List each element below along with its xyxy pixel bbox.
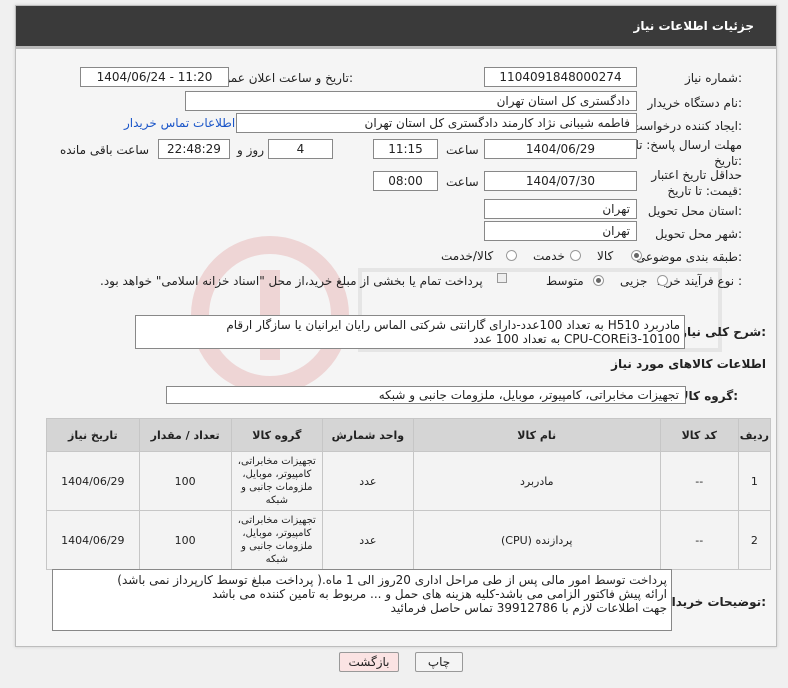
process-radio-minor[interactable]	[657, 275, 668, 286]
print-button[interactable]: چاپ	[415, 652, 463, 672]
city-label: شهر محل تحویل:	[655, 227, 742, 241]
province-label: استان محل تحویل:	[647, 204, 742, 218]
process-option-medium: متوسط	[546, 274, 584, 288]
process-radio-medium[interactable]	[593, 275, 604, 286]
announce-datetime-label: تاریخ و ساعت اعلان عمومی:	[208, 71, 353, 85]
col-name: نام کالا	[412, 418, 661, 452]
city-field: تهران	[484, 221, 637, 241]
buyer-org-field: دادگستری کل استان تهران	[185, 91, 637, 111]
requester-field: فاطمه شیبانی نژاد کارمند دادگستری کل است…	[236, 113, 637, 133]
col-unit: واحد شمارش	[322, 418, 414, 452]
reply-time-field: 11:15	[373, 139, 438, 159]
goods-group-field: تجهیزات مخابراتی، کامپیوتر، موبایل، ملزو…	[166, 386, 686, 404]
category-label: طبقه بندی موضوعی:	[635, 250, 742, 264]
table-header-row: ردیف کد کالا نام کالا واحد شمارش گروه کا…	[46, 418, 772, 452]
cell-row: 2	[737, 510, 772, 570]
remaining-word: ساعت باقی مانده	[60, 143, 150, 157]
table-row: 1 -- مادربرد عدد تجهیزات مخابراتی، کامپی…	[46, 451, 772, 511]
description-line-2: CPU-COREi3-10100 به تعداد 100 عدد	[473, 332, 680, 346]
buyer-notes-line-2: ارائه پیش فاکتور الزامی می باشد-کلیه هزی…	[212, 587, 667, 601]
goods-section-title: اطلاعات کالاهای مورد نیاز	[611, 357, 766, 371]
cell-row: 1	[737, 451, 772, 511]
reply-deadline-label: مهلت ارسال پاسخ: تا تاریخ:	[635, 138, 742, 168]
category-radio-goods[interactable]	[631, 250, 642, 261]
requester-label: ایجاد کننده درخواست:	[631, 119, 742, 133]
treasury-payment-note: پرداخت تمام یا بخشی از مبلغ خرید،از محل …	[100, 274, 483, 288]
validity-time-word: ساعت	[446, 175, 479, 189]
cell-date: 1404/06/29	[46, 510, 140, 570]
reply-time-word: ساعت	[446, 143, 479, 157]
remaining-time-field: 22:48:29	[158, 139, 230, 159]
treasury-payment-checkbox[interactable]	[497, 273, 507, 283]
category-radio-service[interactable]	[570, 250, 581, 261]
reply-date-field: 1404/06/29	[484, 139, 637, 159]
validity-date-field: 1404/07/30	[484, 171, 637, 191]
cell-date: 1404/06/29	[46, 451, 140, 511]
table-row: 2 -- پردازنده (CPU) عدد تجهیزات مخابراتی…	[46, 510, 772, 570]
goods-table: ردیف کد کالا نام کالا واحد شمارش گروه کا…	[46, 418, 772, 570]
cell-code: --	[659, 451, 739, 511]
category-option-goods-service: کالا/خدمت	[441, 249, 494, 263]
col-row: ردیف	[737, 418, 772, 452]
buyer-contact-link[interactable]: اطلاعات تماس خریدار	[124, 116, 235, 130]
buyer-notes-line-3: جهت اطلاعات لازم با 39912786 تماس حاصل ف…	[390, 601, 667, 615]
buyer-notes-textarea[interactable]: پرداخت توسط امور مالی پس از طی مراحل ادا…	[52, 569, 672, 631]
col-code: کد کالا	[659, 418, 739, 452]
days-word: روز و	[237, 143, 264, 157]
panel-header: جزئیات اطلاعات نیاز	[16, 6, 776, 49]
cell-unit: عدد	[322, 451, 414, 511]
need-number-label: شماره نیاز:	[684, 71, 742, 85]
description-label: شرح کلی نیاز:	[680, 325, 766, 339]
days-field: 4	[268, 139, 333, 159]
description-line-1: مادربرد H510 به تعداد 100عدد-دارای گاران…	[226, 318, 680, 332]
col-group: گروه کالا	[230, 418, 324, 452]
goods-group-label: گروه کالا:	[679, 389, 738, 403]
cell-group: تجهیزات مخابراتی، کامپیوتر، موبایل، ملزو…	[230, 451, 324, 511]
category-radio-goods-service[interactable]	[506, 250, 517, 261]
buyer-notes-label: توضیحات خریدار:	[664, 595, 766, 609]
process-option-minor: جزیی	[620, 274, 648, 288]
page-title: جزئیات اطلاعات نیاز	[633, 19, 754, 33]
process-label: نوع فرآیند خرید :	[657, 274, 742, 288]
cell-name: مادربرد	[412, 451, 661, 511]
description-textarea[interactable]: مادربرد H510 به تعداد 100عدد-دارای گاران…	[135, 315, 685, 349]
buyer-notes-line-1: پرداخت توسط امور مالی پس از طی مراحل ادا…	[117, 573, 667, 587]
cell-qty: 100	[138, 451, 232, 511]
cell-code: --	[659, 510, 739, 570]
announce-datetime-field: 1404/06/24 - 11:20	[80, 67, 229, 87]
col-date: تاریخ نیاز	[46, 418, 140, 452]
buyer-org-label: نام دستگاه خریدار:	[647, 96, 743, 110]
category-option-goods: کالا	[597, 249, 614, 263]
col-qty: تعداد / مقدار	[138, 418, 232, 452]
validity-time-field: 08:00	[373, 171, 438, 191]
category-option-service: خدمت	[533, 249, 565, 263]
cell-group: تجهیزات مخابراتی، کامپیوتر، موبایل، ملزو…	[230, 510, 324, 570]
cell-qty: 100	[138, 510, 232, 570]
cell-unit: عدد	[322, 510, 414, 570]
price-validity-label: حداقل تاریخ اعتبار قیمت: تا تاریخ:	[651, 168, 742, 198]
province-field: تهران	[484, 199, 637, 219]
need-number-field: 1104091848000274	[484, 67, 637, 87]
cell-name: پردازنده (CPU)	[412, 510, 661, 570]
back-button[interactable]: بازگشت	[339, 652, 399, 672]
